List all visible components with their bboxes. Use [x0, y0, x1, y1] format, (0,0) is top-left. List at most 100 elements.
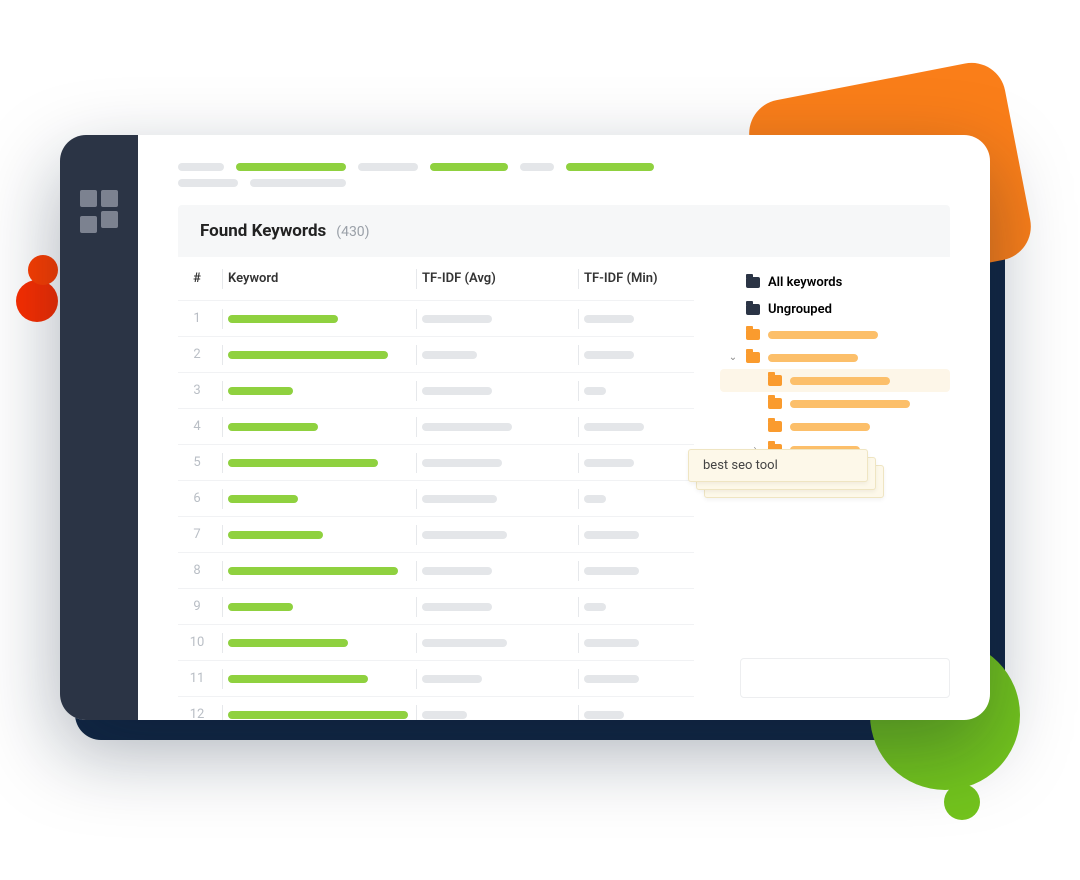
col-divider [416, 345, 417, 365]
keyword-bar [228, 639, 348, 647]
table-header: # Keyword TF-IDF (Avg) TF-IDF (Min) [178, 257, 694, 301]
keyword-bar [228, 531, 323, 539]
chevron-icon: ⌄ [728, 352, 738, 363]
tree-label: All keywords [768, 275, 842, 290]
breadcrumb-pill[interactable] [358, 163, 418, 171]
col-divider [222, 269, 223, 289]
col-divider [578, 381, 579, 401]
col-divider [416, 381, 417, 401]
col-divider [222, 669, 223, 689]
keyword-bar [228, 351, 388, 359]
panel-header: Found Keywords (430) [178, 205, 950, 257]
tree-group-item[interactable]: ⌄ [720, 346, 950, 369]
col-divider [578, 561, 579, 581]
folder-icon [768, 375, 782, 386]
breadcrumb-pill[interactable] [178, 179, 238, 187]
table-row[interactable]: 12 [178, 697, 694, 720]
tfidf-avg-bar [422, 603, 492, 611]
table-row[interactable]: 9 [178, 589, 694, 625]
col-divider [222, 597, 223, 617]
breadcrumb-pill[interactable] [178, 163, 224, 171]
breadcrumb-pill[interactable] [566, 163, 654, 171]
col-divider [578, 309, 579, 329]
row-number: 11 [178, 671, 216, 686]
col-divider [222, 417, 223, 437]
table-row[interactable]: 3 [178, 373, 694, 409]
breadcrumb-pill[interactable] [520, 163, 554, 171]
tfidf-avg-bar [422, 459, 502, 467]
row-number: 1 [178, 311, 216, 326]
col-divider [578, 633, 579, 653]
col-divider [222, 345, 223, 365]
keyword-bar [228, 567, 398, 575]
tfidf-avg-bar [422, 495, 497, 503]
table-row[interactable]: 5 [178, 445, 694, 481]
keyword-bar [228, 459, 378, 467]
keyword-bar [228, 423, 318, 431]
tree-label: Ungrouped [768, 302, 832, 317]
tfidf-min-bar [584, 351, 634, 359]
tree-group-item[interactable] [720, 392, 950, 415]
keywords-table: # Keyword TF-IDF (Avg) TF-IDF (Min) 1234… [178, 257, 694, 720]
col-divider [578, 525, 579, 545]
row-number: 3 [178, 383, 216, 398]
table-row[interactable]: 4 [178, 409, 694, 445]
col-divider [416, 633, 417, 653]
tfidf-avg-bar [422, 387, 492, 395]
tree-all-keywords[interactable]: All keywords [720, 269, 950, 296]
folder-icon [768, 421, 782, 432]
table-row[interactable]: 7 [178, 517, 694, 553]
tree-group-item[interactable] [720, 369, 950, 392]
col-divider [222, 633, 223, 653]
col-keyword[interactable]: Keyword [228, 271, 410, 286]
table-row[interactable]: 8 [178, 553, 694, 589]
col-divider [416, 669, 417, 689]
tfidf-min-bar [584, 675, 639, 683]
row-number: 8 [178, 563, 216, 578]
col-divider [416, 309, 417, 329]
breadcrumb [138, 163, 990, 171]
tree-ungrouped[interactable]: Ungrouped [720, 296, 950, 323]
col-divider [222, 381, 223, 401]
main-area: Found Keywords (430) # Keyword TF-IDF (A… [138, 135, 990, 720]
row-number: 6 [178, 491, 216, 506]
tfidf-min-bar [584, 603, 606, 611]
row-number: 7 [178, 527, 216, 542]
tfidf-min-bar [584, 567, 639, 575]
breadcrumb-pill[interactable] [430, 163, 508, 171]
tooltip-stack: best seo tool [688, 449, 868, 482]
tree-footer-input[interactable] [740, 658, 950, 698]
breadcrumb-pill[interactable] [250, 179, 346, 187]
table-row[interactable]: 11 [178, 661, 694, 697]
breadcrumb-pill[interactable] [236, 163, 346, 171]
col-divider [578, 597, 579, 617]
tree-group-item[interactable] [720, 323, 950, 346]
tree-item-label [768, 331, 878, 339]
col-divider [222, 525, 223, 545]
tree-item-label [790, 423, 870, 431]
tfidf-avg-bar [422, 423, 512, 431]
table-row[interactable]: 10 [178, 625, 694, 661]
col-tfidf-min[interactable]: TF-IDF (Min) [584, 271, 694, 286]
col-divider [222, 561, 223, 581]
row-number: 4 [178, 419, 216, 434]
row-number: 9 [178, 599, 216, 614]
table-row[interactable]: 2 [178, 337, 694, 373]
table-row[interactable]: 6 [178, 481, 694, 517]
col-divider [578, 345, 579, 365]
col-divider [578, 269, 579, 289]
tree-group-item[interactable] [720, 415, 950, 438]
col-divider [222, 309, 223, 329]
tfidf-avg-bar [422, 675, 482, 683]
table-row[interactable]: 1 [178, 301, 694, 337]
app-card: Found Keywords (430) # Keyword TF-IDF (A… [60, 135, 990, 720]
col-tfidf-avg[interactable]: TF-IDF (Avg) [422, 271, 572, 286]
tfidf-min-bar [584, 495, 606, 503]
row-number: 2 [178, 347, 216, 362]
tfidf-avg-bar [422, 567, 492, 575]
app-logo-icon[interactable] [80, 190, 118, 228]
tree-item-label [790, 400, 910, 408]
col-num[interactable]: # [178, 271, 216, 286]
tfidf-min-bar [584, 387, 606, 395]
tree-item-label [790, 377, 890, 385]
